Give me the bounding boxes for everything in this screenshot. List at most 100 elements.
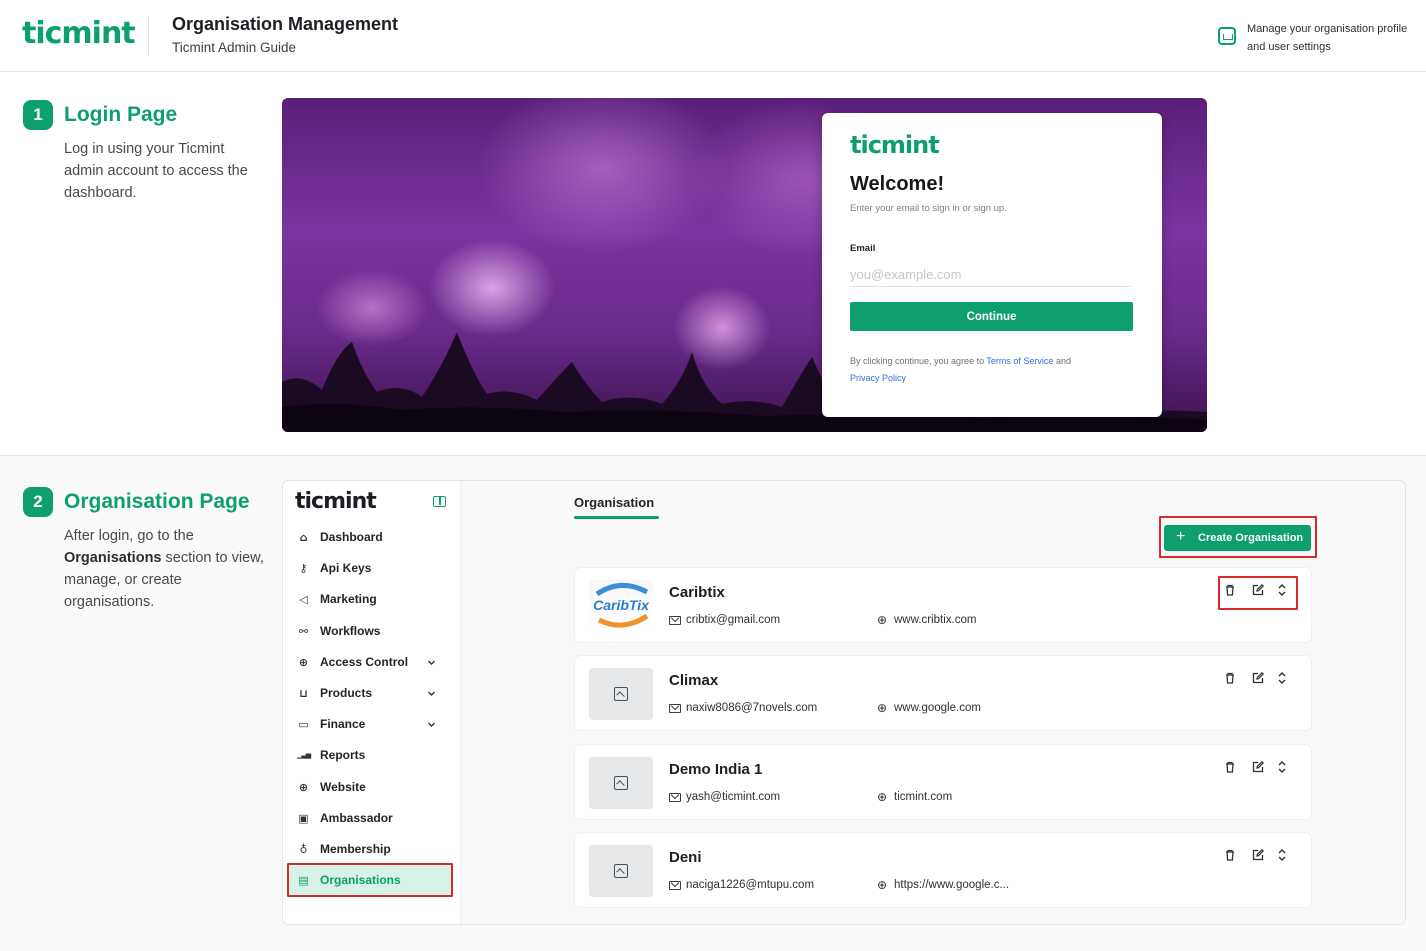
organisation-logo-text: CaribTix <box>593 597 649 613</box>
image-icon <box>614 687 628 701</box>
id-badge-icon: ▣ <box>298 811 309 825</box>
organisation-card[interactable]: Deni naciga1226@mtupu.com ⊕ https://www.goo… <box>574 832 1312 908</box>
ticmint-logo[interactable]: ticmint <box>22 16 136 51</box>
sidebar-item-label: Finance <box>320 717 366 732</box>
sidebar-item-label: Access Control <box>320 654 409 669</box>
privacy-policy-link[interactable]: Privacy Policy <box>850 373 906 383</box>
profile-card-icon <box>1218 27 1236 45</box>
sidebar-logo[interactable]: ticmint <box>295 489 377 514</box>
sidebar-item-website[interactable]: ⊕ Website <box>289 772 453 802</box>
terms-prefix: By clicking continue, you agree to <box>850 356 987 366</box>
step-1-badge: 1 <box>23 100 53 130</box>
mail-icon <box>669 881 681 890</box>
sidebar-item-dashboard[interactable]: ⌂ Dashboard <box>289 522 453 552</box>
award-icon: ♁ <box>299 843 308 856</box>
globe-icon: ⊕ <box>298 780 309 794</box>
organisation-name: Caribtix <box>669 584 725 601</box>
step-1-title: Login Page <box>64 103 178 126</box>
step-2-desc-pre: After login, go to the <box>64 528 194 544</box>
login-screenshot: ticmint Welcome! Enter your email to sig… <box>282 98 1207 432</box>
sidebar: ticmint ⌂ Dashboard ⚷ Api Keys ◁ Marketing ⚯ Wo… <box>283 481 461 924</box>
sidebar-item-label: Api Keys <box>320 561 372 576</box>
login-section: 1 Login Page Log in using your Ticmint a… <box>0 73 1426 455</box>
trash-icon[interactable] <box>1222 848 1238 864</box>
edit-icon[interactable] <box>1250 760 1266 776</box>
page-title: Organisation Management <box>172 14 399 34</box>
organisation-card[interactable]: CaribTix Caribtix cribtix@gmail.com ⊕ www.cr… <box>574 567 1312 643</box>
image-icon <box>614 864 628 878</box>
sidebar-item-label: Products <box>320 686 373 700</box>
edit-icon[interactable] <box>1250 671 1266 687</box>
trash-icon[interactable] <box>1222 760 1238 776</box>
terms-text: By clicking continue, you agree to Terms… <box>850 353 1110 387</box>
actions-highlight <box>1218 576 1298 610</box>
sidebar-item-access-control[interactable]: ⊕ Access Control <box>289 647 453 677</box>
top-header: ticmint Organisation Management Ticmint … <box>0 0 1426 72</box>
organisation-email: naxiw8086@7novels.com <box>686 702 818 714</box>
sidebar-item-label: Dashboard <box>320 530 383 544</box>
step-1-description: Log in using your Ticmint admin account … <box>64 141 248 201</box>
step-2-description: After login, go to the Organisations sec… <box>64 525 264 613</box>
organisation-name: Climax <box>669 672 719 689</box>
sidebar-item-label: Membership <box>320 842 391 856</box>
organisation-website[interactable]: https://www.google.c... <box>894 879 1009 891</box>
sidebar-item-membership[interactable]: ♁ Membership <box>289 834 453 864</box>
workflow-icon: ⚯ <box>298 624 309 638</box>
welcome-heading: Welcome! <box>850 173 945 195</box>
tab-active-underline <box>574 516 659 519</box>
tab-organisation[interactable]: Organisation <box>574 495 654 510</box>
sidebar-item-api-keys[interactable]: ⚷ Api Keys <box>289 553 453 583</box>
page-subtitle: Ticmint Admin Guide <box>172 40 297 55</box>
continue-button[interactable]: Continue <box>850 302 1133 331</box>
home-icon: ⌂ <box>299 531 308 544</box>
step-2-title: Organisation Page <box>64 490 250 513</box>
expand-collapse-icon[interactable] <box>1274 760 1290 776</box>
cart-icon: ⊔ <box>299 687 308 700</box>
chevron-down-icon[interactable] <box>427 656 435 665</box>
sidebar-item-reports[interactable]: ▁▃▅ Reports <box>289 740 453 770</box>
create-button-highlight <box>1159 516 1317 558</box>
megaphone-icon: ◁ <box>299 593 308 607</box>
sidebar-item-label: Marketing <box>320 592 377 607</box>
organisation-website[interactable]: www.cribtix.com <box>894 614 976 626</box>
globe-icon: ⊕ <box>877 878 888 892</box>
chevron-down-icon[interactable] <box>427 687 435 696</box>
globe-icon: ⊕ <box>877 701 888 715</box>
bar-chart-icon: ▁▃▅ <box>297 751 311 760</box>
sidebar-collapse-icon[interactable] <box>433 496 446 507</box>
step-2-badge: 2 <box>23 487 53 517</box>
sidebar-item-label: Website <box>320 779 366 794</box>
login-logo: ticmint <box>850 131 940 159</box>
organisation-card[interactable]: Climax naxiw8086@7novels.com ⊕ www.google.c… <box>574 655 1312 731</box>
step-2-desc-bold: Organisations <box>64 550 162 566</box>
organisation-section: 2 Organisation Page After login, go to t… <box>0 456 1426 951</box>
organisation-website[interactable]: ticmint.com <box>894 791 952 803</box>
expand-collapse-icon[interactable] <box>1274 848 1290 864</box>
sidebar-item-workflows[interactable]: ⚯ Workflows <box>289 616 453 646</box>
email-input[interactable] <box>850 263 1132 287</box>
expand-collapse-icon[interactable] <box>1274 671 1290 687</box>
header-note: Manage your organisation profile and use… <box>1247 23 1408 53</box>
globe-icon: ⊕ <box>298 655 309 669</box>
mail-icon <box>669 793 681 802</box>
globe-icon: ⊕ <box>877 790 888 804</box>
organisation-card[interactable]: Demo India 1 yash@ticmint.com ⊕ ticmint.com <box>574 744 1312 820</box>
sidebar-item-finance[interactable]: ▭ Finance <box>289 709 453 739</box>
organisation-website[interactable]: www.google.com <box>894 702 981 714</box>
sidebar-item-label: Workflows <box>320 623 381 638</box>
terms-of-service-link[interactable]: Terms of Service <box>986 356 1053 366</box>
sidebar-item-marketing[interactable]: ◁ Marketing <box>289 584 453 614</box>
sidebar-item-products[interactable]: ⊔ Products <box>289 678 453 708</box>
login-subtitle: Enter your email to sign in or sign up. <box>850 203 1007 214</box>
chevron-down-icon[interactable] <box>427 718 435 728</box>
mail-icon <box>669 704 681 713</box>
edit-icon[interactable] <box>1250 848 1266 864</box>
trash-icon[interactable] <box>1222 671 1238 687</box>
key-icon: ⚷ <box>299 562 308 576</box>
terms-mid: and <box>1053 356 1071 366</box>
organisation-email: yash@ticmint.com <box>686 791 781 803</box>
organisation-name: Demo India 1 <box>669 761 763 778</box>
organisation-logo: CaribTix <box>589 580 653 632</box>
admin-screenshot: ticmint ⌂ Dashboard ⚷ Api Keys ◁ Marketing ⚯ Wo… <box>282 480 1406 925</box>
sidebar-item-ambassador[interactable]: ▣ Ambassador <box>289 803 453 833</box>
